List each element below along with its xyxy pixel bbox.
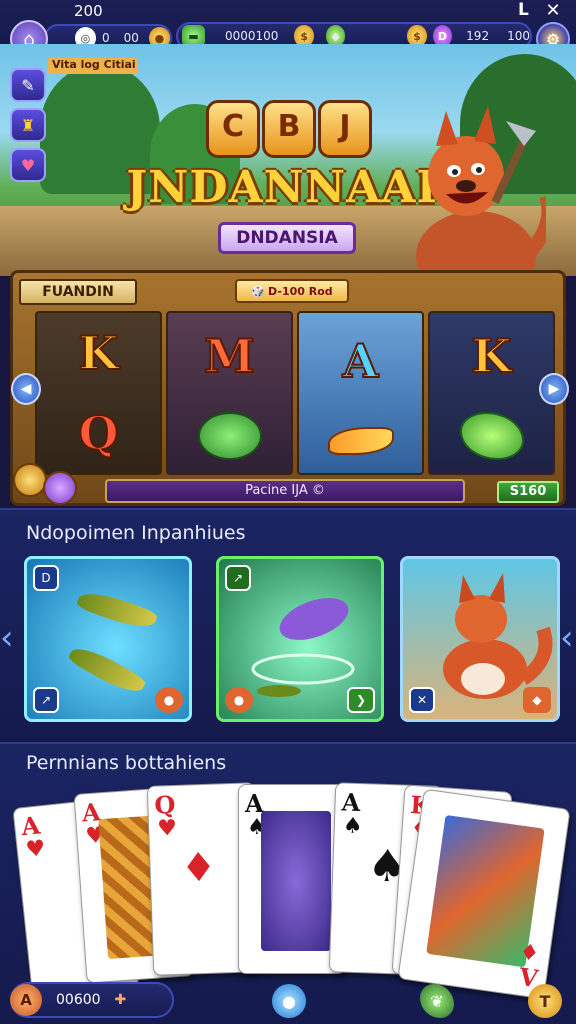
featured-games-title: Ndopoimen Inpanhiues bbox=[26, 522, 246, 544]
playing-cards-fan: A ♥ A ♥ Q ♥ ♦ A ♠ A ♠ ♠ K ♦ V ♦ bbox=[0, 780, 576, 1000]
game-logo-subtitle: DNDANSIA bbox=[218, 222, 356, 254]
bubble-button[interactable]: ● bbox=[272, 984, 306, 1018]
logo-letter: C bbox=[206, 100, 260, 158]
diamond-icon: ♦ bbox=[179, 844, 218, 892]
slot-left-arrow[interactable]: ◀ bbox=[11, 373, 41, 405]
card-pattern bbox=[261, 811, 331, 951]
heart-icon: ♥ bbox=[24, 835, 47, 863]
leaf-button[interactable]: ❦ bbox=[420, 984, 454, 1018]
avatar-icon: A bbox=[10, 984, 42, 1016]
reel-symbol-letter: K bbox=[78, 325, 120, 381]
reels-grid: K Q M A K bbox=[35, 311, 555, 475]
reel-symbol-letter: A bbox=[342, 333, 380, 389]
paytable-bar[interactable]: Pacine IJA © bbox=[105, 479, 465, 503]
slot-right-arrow[interactable]: ▶ bbox=[539, 373, 569, 405]
turtle-symbol bbox=[197, 412, 262, 460]
reel-symbol-letter: M bbox=[203, 328, 256, 384]
heart-icon: ♥ bbox=[20, 155, 36, 175]
game-badge: D bbox=[33, 565, 59, 591]
coin-icon: ● bbox=[163, 693, 175, 707]
dice-icon: 🎲 bbox=[251, 284, 266, 298]
logo-letter: B bbox=[262, 100, 316, 158]
game-card-jumping-fish[interactable]: ↗ ● ❯ bbox=[216, 556, 384, 722]
shop-button[interactable]: T bbox=[528, 984, 562, 1018]
bet-text: D-100 Rod bbox=[268, 284, 333, 298]
side-menu-button-2[interactable]: ♜ bbox=[10, 108, 46, 142]
leaf-icon: ❦ bbox=[430, 991, 444, 1011]
next-button[interactable]: ❯ bbox=[347, 687, 375, 713]
diamond-icon: ♦ bbox=[517, 939, 541, 968]
reel-symbol-letter: Q bbox=[77, 405, 119, 461]
share-icon[interactable]: ↗ bbox=[33, 687, 59, 713]
reel: A bbox=[297, 311, 424, 475]
top-counter: 200 bbox=[74, 2, 103, 20]
chevron-left-icon: ◀ bbox=[20, 381, 32, 397]
fish-art bbox=[75, 585, 159, 635]
bet-indicator[interactable]: 🎲 D-100 Rod bbox=[235, 279, 349, 303]
purple-coin-icon bbox=[43, 471, 77, 505]
coin-icon: ● bbox=[233, 693, 245, 707]
play-button[interactable]: ◆ bbox=[523, 687, 551, 713]
reel: K Q bbox=[35, 311, 162, 475]
slot-machine: FUANDIN 🎲 D-100 Rod K Q M A K ◀ ▶ Pacine… bbox=[10, 270, 569, 506]
heart-icon: ♥ bbox=[156, 815, 178, 842]
hero-banner: Vita log Citiai ✎ ♜ ♥ C B J JNDANNAAK DN… bbox=[0, 44, 576, 276]
featured-games-row: D ↗ ● ↗ ● ❯ ✕ ◆ bbox=[24, 556, 560, 724]
treasure-icon: ♜ bbox=[20, 115, 36, 135]
reel-symbol-letter: K bbox=[471, 328, 513, 384]
promo-strip: Vita log Citiai bbox=[48, 58, 138, 74]
side-menu-button-3[interactable]: ♥ bbox=[10, 148, 46, 182]
reel: M bbox=[166, 311, 293, 475]
card-games-title: Pernnians bottahiens bbox=[26, 752, 227, 774]
coin-balance-b: 00 bbox=[123, 31, 139, 45]
logo-letter: J bbox=[318, 100, 372, 158]
playing-card[interactable]: V ♦ bbox=[397, 788, 571, 1000]
gem-count: 192 bbox=[466, 29, 490, 43]
chevron-left-icon[interactable]: ‹ bbox=[0, 618, 14, 658]
main-currency-value: 0000100 bbox=[224, 29, 279, 43]
paw-icon: ◆ bbox=[532, 693, 542, 707]
shop-icon: T bbox=[539, 991, 551, 1011]
coin-balance-a: 0 bbox=[101, 31, 110, 45]
game-badge: ✕ bbox=[409, 687, 435, 713]
map-icon: ✎ bbox=[21, 75, 35, 95]
game-badge: ↗ bbox=[225, 565, 251, 591]
chevron-right-icon[interactable]: ‹ bbox=[560, 618, 574, 658]
coin-stack bbox=[13, 459, 83, 505]
bottom-balance[interactable]: A 00600 ✚ bbox=[10, 982, 174, 1018]
bubble-icon: ● bbox=[282, 991, 296, 1011]
play-button[interactable]: ● bbox=[225, 687, 253, 713]
fish-art bbox=[66, 640, 148, 700]
ticket-count: 100 bbox=[507, 29, 530, 43]
chevron-right-icon: ❯ bbox=[355, 693, 367, 707]
gift-icon: ✚ bbox=[114, 992, 127, 1008]
wolf-mascot bbox=[416, 106, 546, 276]
bottom-bar: A 00600 ✚ ● ❦ T bbox=[0, 976, 576, 1024]
slot-title: FUANDIN bbox=[19, 279, 137, 305]
fish-symbol bbox=[327, 427, 394, 455]
game-card-fox[interactable]: ✕ ◆ bbox=[400, 556, 560, 722]
reel: K bbox=[428, 311, 555, 475]
frog-symbol bbox=[459, 412, 524, 460]
close-icon[interactable]: ✕ bbox=[540, 0, 566, 22]
play-button[interactable]: ● bbox=[155, 687, 183, 713]
spade-icon: ♠ bbox=[342, 813, 363, 840]
top-letter: L bbox=[518, 0, 529, 20]
gold-coin-icon bbox=[13, 463, 47, 497]
chevron-right-icon: ▶ bbox=[548, 381, 560, 397]
game-logo-badge: C B J bbox=[206, 100, 372, 158]
win-amount: S160 bbox=[497, 481, 559, 503]
side-menu-button-1[interactable]: ✎ bbox=[10, 68, 46, 102]
game-card-fishing[interactable]: D ↗ ● bbox=[24, 556, 192, 722]
bottom-balance-value: 00600 bbox=[56, 992, 101, 1008]
